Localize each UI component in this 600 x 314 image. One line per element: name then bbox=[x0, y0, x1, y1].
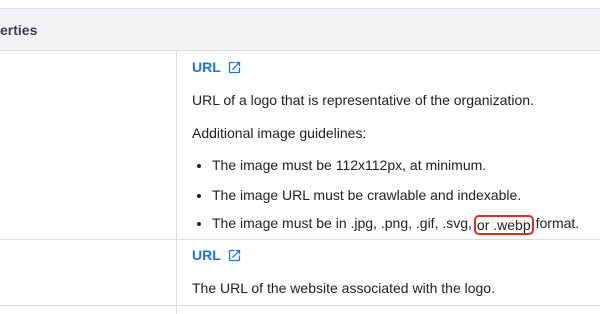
type-link-label: URL bbox=[192, 247, 221, 263]
guideline-text: The image must be 112x112px, at minimum. bbox=[212, 157, 487, 173]
guideline-item-format: The image must be in .jpg, .png, .gif, .… bbox=[192, 215, 579, 235]
open-in-new-icon bbox=[228, 249, 240, 261]
properties-column-header: erties bbox=[0, 22, 38, 38]
guidelines-title: Additional image guidelines: bbox=[192, 125, 367, 141]
type-link-url-website[interactable]: URL bbox=[192, 247, 242, 263]
guideline-text: The image URL must be crawlable and inde… bbox=[212, 187, 522, 203]
column-divider bbox=[176, 51, 177, 314]
bullet-dot bbox=[197, 194, 201, 198]
row-divider bbox=[0, 239, 600, 240]
guideline-item: The image must be 112x112px, at minimum. bbox=[192, 157, 486, 173]
bullet-dot bbox=[197, 222, 201, 226]
website-description: The URL of the website associated with t… bbox=[192, 280, 495, 296]
open-in-new-icon bbox=[228, 61, 240, 73]
bullet-dot bbox=[197, 164, 201, 168]
format-text-before: The image must be in .jpg, .png, .gif, .… bbox=[212, 215, 472, 231]
webp-highlight: or .webp bbox=[473, 215, 534, 235]
format-text-after: format. bbox=[535, 215, 580, 231]
type-link-label: URL bbox=[192, 59, 221, 75]
logo-description: URL of a logo that is representative of … bbox=[192, 92, 534, 108]
guideline-item: The image URL must be crawlable and inde… bbox=[192, 187, 521, 203]
type-link-url-logo[interactable]: URL bbox=[192, 59, 242, 75]
row-divider bbox=[0, 305, 600, 306]
table-header: erties bbox=[0, 8, 600, 51]
